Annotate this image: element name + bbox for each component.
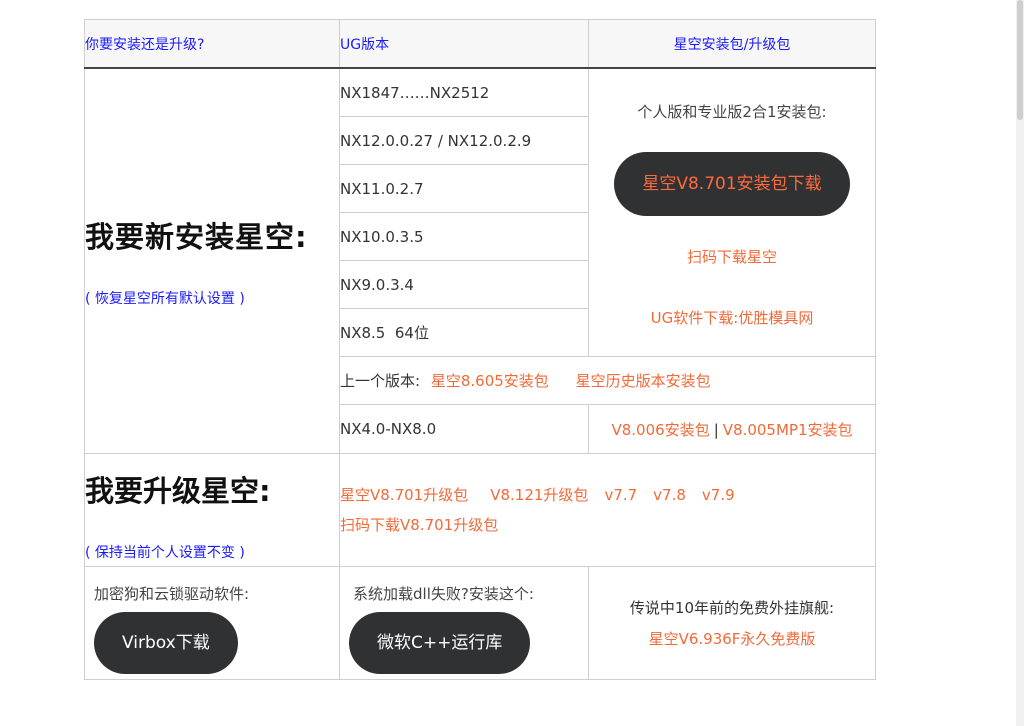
virbox-download-button[interactable]: Virbox下载 bbox=[94, 611, 238, 674]
version-nx4-nx8: NX4.0-NX8.0 bbox=[339, 404, 589, 454]
dongle-label: 加密狗和云锁驱动软件: bbox=[94, 584, 250, 603]
header-package: 星空安装包/升级包 bbox=[588, 19, 876, 69]
download-table: 你要安装还是升级? UG版本 星空安装包/升级包 我要新安装星空: ( 恢复星空… bbox=[84, 19, 876, 680]
v8006-package-link[interactable]: V8.006安装包 bbox=[611, 421, 709, 439]
dongle-cell: 加密狗和云锁驱动软件: Virbox下载 bbox=[84, 566, 340, 680]
old-packages-cell: V8.006安装包 | V8.005MP1安装包 bbox=[588, 404, 876, 454]
history-packages-link[interactable]: 星空历史版本安装包 bbox=[576, 372, 711, 390]
upgrade-v77-link[interactable]: v7.7 bbox=[604, 486, 637, 504]
table-row: 加密狗和云锁驱动软件: Virbox下载 系统加载dll失败?安装这个: 微软C… bbox=[84, 566, 876, 680]
upgrade-v8121-link[interactable]: V8.121升级包 bbox=[490, 486, 588, 504]
version-nx1847-2512: NX1847……NX2512 bbox=[339, 67, 589, 117]
install-cell: 我要新安装星空: ( 恢复星空所有默认设置 ) bbox=[84, 67, 340, 454]
legend-free-version-link[interactable]: 星空V6.936F永久免费版 bbox=[589, 628, 875, 649]
page-scrollbar[interactable] bbox=[1016, 0, 1024, 726]
version-nx9: NX9.0.3.4 bbox=[339, 260, 589, 309]
qr-download-link[interactable]: 扫码下载星空 bbox=[589, 246, 875, 267]
version-nx85: NX8.5 64位 bbox=[339, 308, 589, 357]
previous-version-cell: 上一个版本: 星空8.605安装包 星空历史版本安装包 bbox=[339, 356, 876, 405]
table-row: 我要新安装星空: ( 恢复星空所有默认设置 ) NX1847……NX2512 个… bbox=[84, 67, 876, 454]
legend-label: 传说中10年前的免费外挂旗舰: bbox=[629, 599, 835, 617]
ug-software-link[interactable]: UG软件下载:优胜模具网 bbox=[589, 307, 875, 328]
scrollbar-thumb[interactable] bbox=[1017, 0, 1023, 120]
package-label: 个人版和专业版2合1安装包: bbox=[637, 103, 827, 121]
upgrade-v79-link[interactable]: v7.9 bbox=[702, 486, 735, 504]
previous-package-link[interactable]: 星空8.605安装包 bbox=[431, 372, 549, 390]
upgrade-v8701-link[interactable]: 星空V8.701升级包 bbox=[340, 486, 468, 504]
upgrade-title: 我要升级星空: bbox=[85, 474, 271, 508]
previous-version-label: 上一个版本: bbox=[340, 372, 421, 390]
table-header-row: 你要安装还是升级? UG版本 星空安装包/升级包 bbox=[84, 19, 876, 69]
version-nx11: NX11.0.2.7 bbox=[339, 164, 589, 213]
install-note: ( 恢复星空所有默认设置 ) bbox=[85, 291, 245, 307]
separator: | bbox=[713, 420, 719, 439]
install-package-cell: 个人版和专业版2合1安装包: 星空V8.701安装包下载 扫码下载星空 UG软件… bbox=[588, 67, 876, 357]
upgrade-links-cell: 星空V8.701升级包 V8.121升级包 v7.7 v7.8 v7.9 扫码下载V8.… bbox=[339, 453, 876, 567]
dll-cell: 系统加载dll失败?安装这个: 微软C++运行库 bbox=[339, 566, 589, 680]
version-nx12: NX12.0.0.27 / NX12.0.2.9 bbox=[339, 116, 589, 165]
upgrade-qr-link[interactable]: 扫码下载V8.701升级包 bbox=[340, 516, 498, 534]
header-install-or-upgrade: 你要安装还是升级? bbox=[84, 19, 340, 69]
legend-cell: 传说中10年前的免费外挂旗舰: 星空V6.936F永久免费版 bbox=[588, 566, 876, 680]
upgrade-cell: 我要升级星空: ( 保持当前个人设置不变 ) bbox=[84, 453, 340, 567]
upgrade-v78-link[interactable]: v7.8 bbox=[653, 486, 686, 504]
header-ug-version: UG版本 bbox=[339, 19, 589, 69]
dll-label: 系统加载dll失败?安装这个: bbox=[353, 584, 534, 603]
table-row: 我要升级星空: ( 保持当前个人设置不变 ) 星空V8.701升级包 V8.121… bbox=[84, 453, 876, 567]
version-nx10: NX10.0.3.5 bbox=[339, 212, 589, 261]
download-v8701-button[interactable]: 星空V8.701安装包下载 bbox=[614, 152, 850, 216]
upgrade-note: ( 保持当前个人设置不变 ) bbox=[85, 545, 245, 561]
install-title: 我要新安装星空: bbox=[85, 220, 308, 254]
vcpp-runtime-button[interactable]: 微软C++运行库 bbox=[349, 611, 531, 674]
v8005mp1-package-link[interactable]: V8.005MP1安装包 bbox=[723, 421, 853, 439]
